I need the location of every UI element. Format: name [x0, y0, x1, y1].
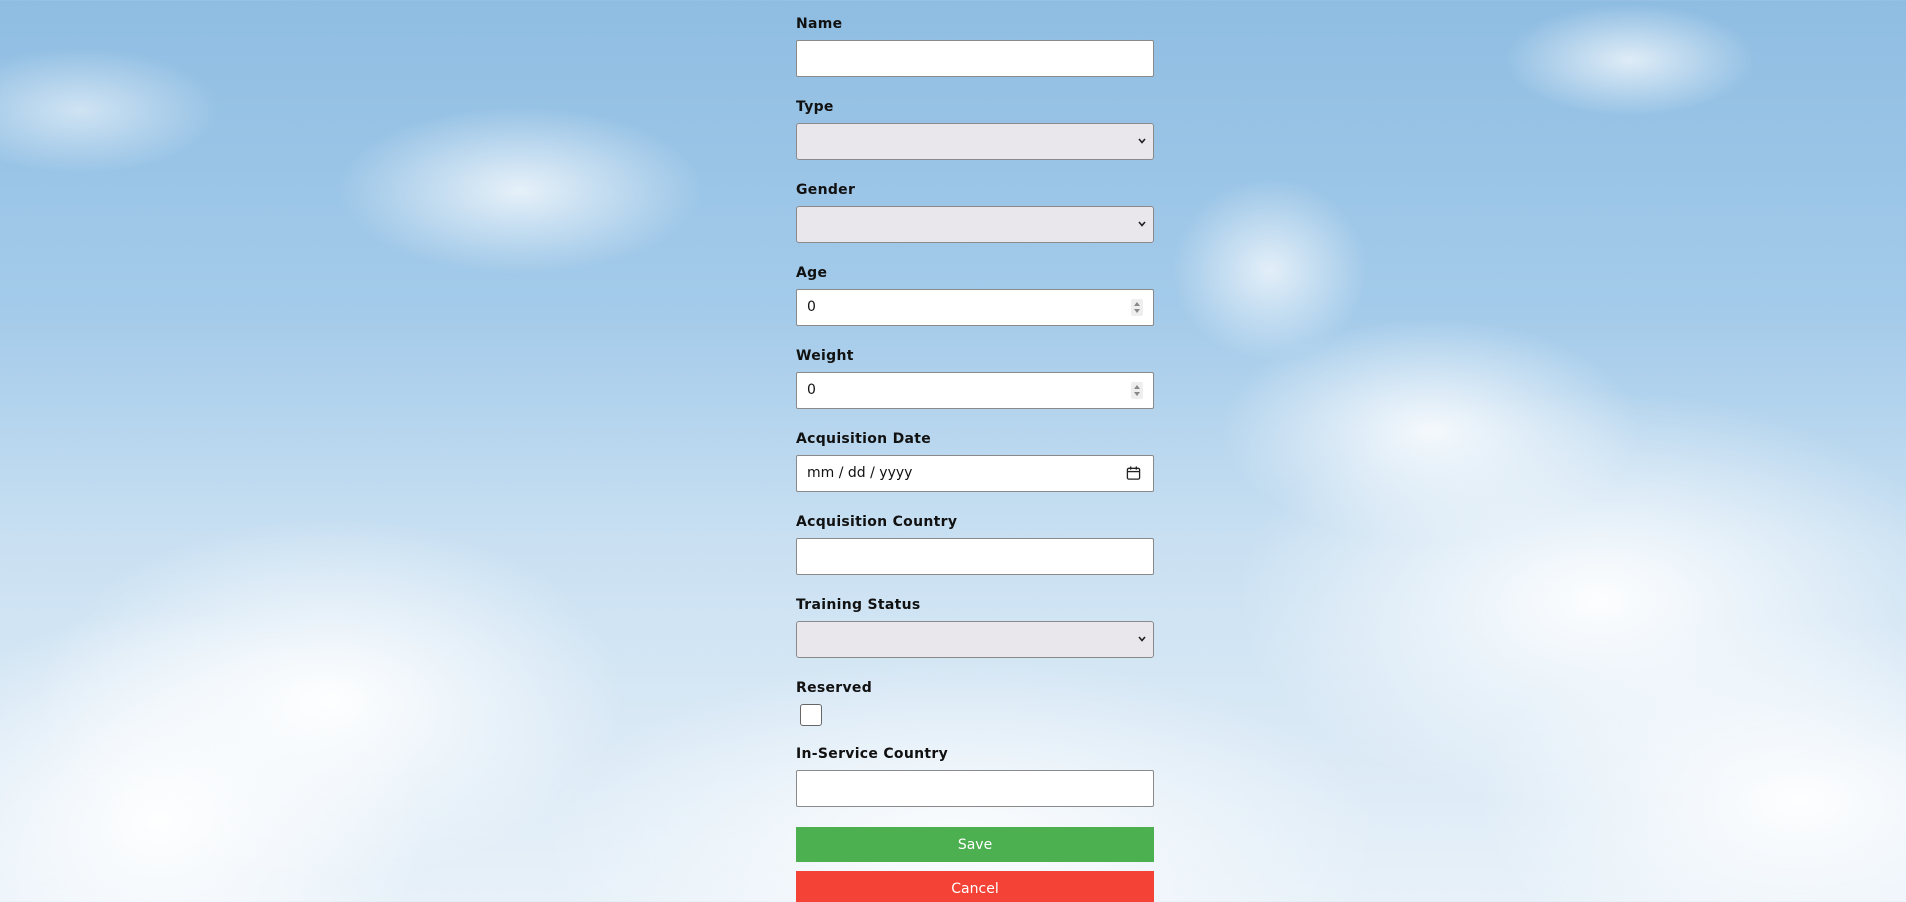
- date-placeholder: mm / dd / yyyy: [807, 465, 913, 481]
- training-status-label: Training Status: [796, 597, 921, 613]
- name-group: Name: [796, 14, 1154, 77]
- in-service-country-label: In-Service Country: [796, 746, 949, 762]
- gender-select[interactable]: [796, 206, 1154, 243]
- type-select[interactable]: [796, 123, 1154, 160]
- gender-group: Gender: [796, 180, 1154, 243]
- age-value: 0: [807, 299, 816, 315]
- chevron-down-icon: [1138, 138, 1146, 144]
- reserved-group: Reserved: [796, 678, 1154, 726]
- chevron-down-icon: [1138, 636, 1146, 642]
- calendar-icon[interactable]: [1126, 465, 1141, 481]
- animal-form: Name Type Gender Age 0 Weight 0 Acquisit…: [796, 14, 1154, 902]
- acquisition-date-group: Acquisition Date mm / dd / yyyy: [796, 429, 1154, 492]
- reserved-checkbox[interactable]: [800, 704, 822, 726]
- acquisition-country-label: Acquisition Country: [796, 514, 958, 530]
- name-label: Name: [796, 16, 843, 32]
- training-status-select[interactable]: [796, 621, 1154, 658]
- type-label: Type: [796, 99, 834, 115]
- cancel-button[interactable]: Cancel: [796, 871, 1154, 902]
- training-status-group: Training Status: [796, 595, 1154, 658]
- weight-group: Weight 0: [796, 346, 1154, 409]
- type-group: Type: [796, 97, 1154, 160]
- weight-input[interactable]: 0: [796, 372, 1154, 409]
- spinner-icon[interactable]: [1131, 299, 1143, 316]
- age-label: Age: [796, 265, 828, 281]
- name-input[interactable]: [796, 40, 1154, 77]
- acquisition-country-group: Acquisition Country: [796, 512, 1154, 575]
- in-service-country-group: In-Service Country: [796, 744, 1154, 807]
- in-service-country-input[interactable]: [796, 770, 1154, 807]
- acquisition-date-label: Acquisition Date: [796, 431, 932, 447]
- weight-value: 0: [807, 382, 816, 398]
- save-button[interactable]: Save: [796, 827, 1154, 862]
- spinner-icon[interactable]: [1131, 382, 1143, 399]
- weight-label: Weight: [796, 348, 854, 364]
- chevron-down-icon: [1138, 221, 1146, 227]
- gender-label: Gender: [796, 182, 856, 198]
- reserved-label: Reserved: [796, 680, 873, 696]
- age-input[interactable]: 0: [796, 289, 1154, 326]
- acquisition-country-input[interactable]: [796, 538, 1154, 575]
- age-group: Age 0: [796, 263, 1154, 326]
- acquisition-date-input[interactable]: mm / dd / yyyy: [796, 455, 1154, 492]
